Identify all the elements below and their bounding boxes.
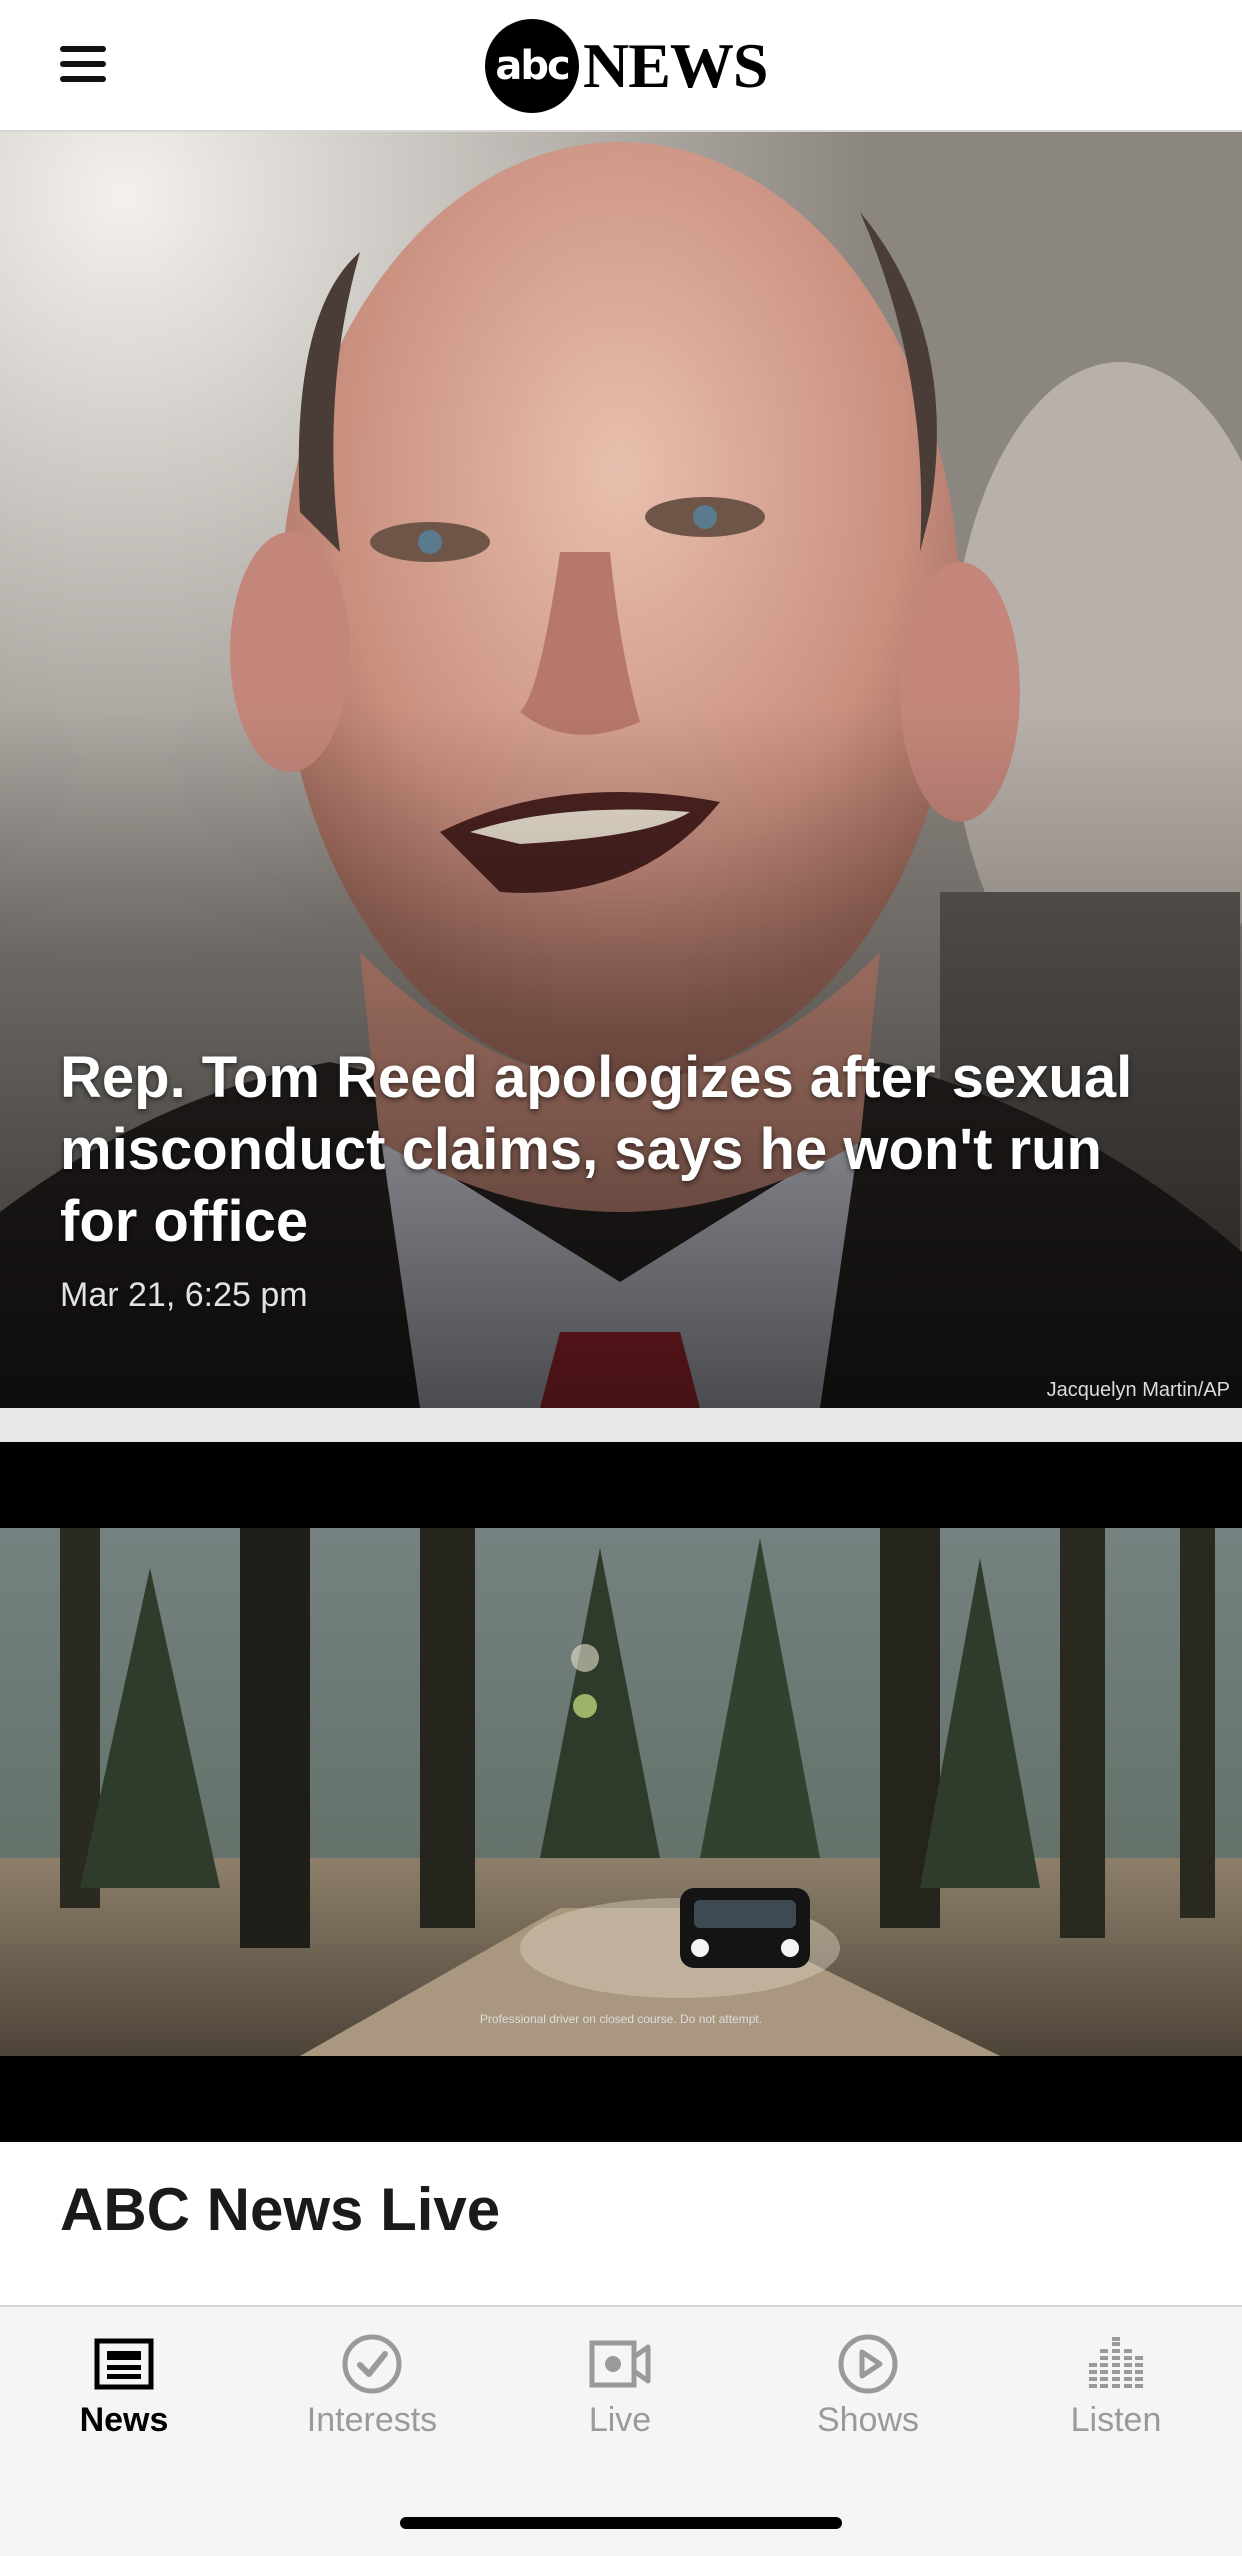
- play-circle-icon: [838, 2334, 898, 2394]
- tab-label-interests: Interests: [306, 2401, 438, 2439]
- tab-label-news: News: [79, 2401, 169, 2439]
- tab-interests[interactable]: Interests: [248, 2333, 496, 2453]
- video-frame: Professional driver on closed course. Do…: [0, 1528, 1242, 2056]
- tab-listen[interactable]: Listen: [992, 2333, 1240, 2453]
- news-logo-word: NEWS: [583, 30, 768, 101]
- newspaper-icon: [94, 2338, 154, 2390]
- audio-bars-icon: [1089, 2337, 1143, 2388]
- forest-road-video-still: [0, 1528, 1242, 2056]
- tab-shows[interactable]: Shows: [744, 2333, 992, 2453]
- video-disclaimer: Professional driver on closed course. Do…: [479, 2012, 763, 2026]
- section-title: ABC News Live: [60, 2176, 501, 2243]
- tab-label-shows: Shows: [816, 2401, 920, 2439]
- tab-news[interactable]: News: [0, 2333, 248, 2453]
- hamburger-menu-icon[interactable]: [54, 40, 114, 90]
- tab-live[interactable]: Live: [496, 2333, 744, 2453]
- tab-label-live: Live: [588, 2401, 652, 2439]
- hero-text-block: Rep. Tom Reed apologizes after sexual mi…: [60, 1042, 1190, 1315]
- photo-credit: Jacquelyn Martin/AP: [1046, 1379, 1230, 1401]
- tab-label-listen: Listen: [1070, 2401, 1162, 2439]
- check-circle-icon: [342, 2334, 402, 2394]
- top-nav-bar: abc NEWS: [0, 0, 1242, 132]
- video-player[interactable]: Professional driver on closed course. Do…: [0, 1442, 1242, 2142]
- home-indicator[interactable]: [400, 2517, 842, 2529]
- video-camera-icon: [589, 2340, 651, 2388]
- hero-story-card[interactable]: Rep. Tom Reed apologizes after sexual mi…: [0, 132, 1242, 1408]
- section-divider: [0, 1408, 1242, 1442]
- hero-timestamp: Mar 21, 6:25 pm: [60, 1276, 308, 1314]
- hero-headline[interactable]: Rep. Tom Reed apologizes after sexual mi…: [60, 1042, 1190, 1258]
- abc-logo-mark: abc: [485, 19, 579, 113]
- abc-news-logo[interactable]: abc NEWS: [485, 18, 768, 114]
